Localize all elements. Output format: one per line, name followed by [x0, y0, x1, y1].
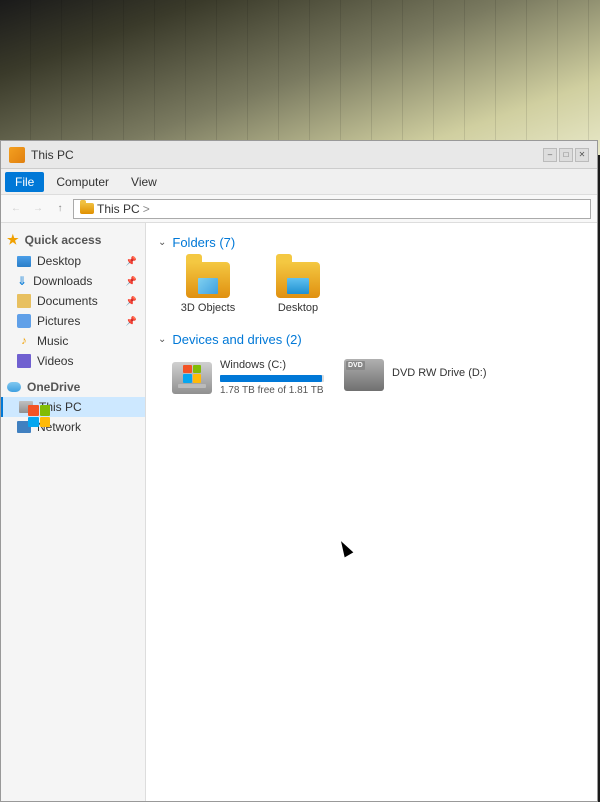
folder-label-desktop: Desktop [278, 302, 318, 314]
up-button[interactable]: ↑ [51, 200, 69, 218]
onedrive-label: OneDrive [27, 380, 80, 394]
sidebar-item-documents[interactable]: Documents 📌 [1, 291, 145, 311]
folder-item-3dobjects[interactable]: 3D Objects [168, 258, 248, 318]
sidebar-item-downloads[interactable]: ⇓ Downloads 📌 [1, 271, 145, 291]
music-label: Music [37, 334, 68, 348]
documents-label: Documents [37, 294, 98, 308]
folders-section-header: ⌄ Folders (7) [158, 235, 585, 250]
downloads-label: Downloads [33, 274, 92, 288]
drive-info-d: DVD RW Drive (D:) [392, 367, 496, 383]
quick-access-label: Quick access [25, 233, 102, 247]
drive-name-c: Windows (C:) [220, 359, 324, 371]
desktop-label: Desktop [37, 254, 81, 268]
pin-icon: 📌 [126, 256, 137, 267]
title-bar-icon [9, 147, 25, 163]
path-separator: > [143, 202, 150, 216]
drives-chevron[interactable]: ⌄ [158, 334, 166, 345]
menu-computer[interactable]: Computer [46, 172, 119, 192]
title-bar-text: This PC [31, 148, 537, 162]
main-area: ★ Quick access Desktop 📌 ⇓ Downloads 📌 D… [1, 223, 597, 801]
drives-title: Devices and drives (2) [172, 332, 301, 347]
hdd-icon [172, 362, 212, 394]
sidebar: ★ Quick access Desktop 📌 ⇓ Downloads 📌 D… [1, 223, 146, 801]
folder-grid: 3D Objects Desktop [158, 258, 585, 318]
sidebar-quick-access[interactable]: ★ Quick access [1, 229, 145, 251]
path-thispc: This PC [97, 202, 140, 216]
close-button[interactable]: ✕ [575, 148, 589, 162]
drives-section-header: ⌄ Devices and drives (2) [158, 332, 585, 347]
folder-icon-3dobjects [186, 262, 230, 298]
pin-icon-downloads: 📌 [126, 276, 137, 287]
background-photo [0, 0, 600, 155]
forward-button[interactable]: → [29, 200, 47, 218]
folder-label-3dobjects: 3D Objects [181, 302, 235, 314]
desktop-icon [17, 256, 31, 267]
folder-icon-desktop [276, 262, 320, 298]
documents-icon [17, 294, 31, 308]
sidebar-thispc[interactable]: This PC [1, 397, 145, 417]
progress-bar-bg-c [220, 375, 324, 382]
sidebar-item-pictures[interactable]: Pictures 📌 [1, 311, 145, 331]
minimize-button[interactable]: – [543, 148, 557, 162]
progress-bar-fill-c [220, 375, 322, 382]
videos-label: Videos [37, 354, 73, 368]
pictures-icon [17, 314, 31, 328]
drive-item-c[interactable]: Windows (C:) 1.78 TB free of 1.81 TB [168, 355, 328, 400]
thispc-icon [19, 401, 33, 413]
drive-top-c: Windows (C:) 1.78 TB free of 1.81 TB [172, 359, 324, 396]
drive-name-d: DVD RW Drive (D:) [392, 367, 496, 379]
pin-icon-docs: 📌 [126, 296, 137, 307]
pictures-label: Pictures [37, 314, 80, 328]
folder-item-desktop[interactable]: Desktop [258, 258, 338, 318]
menu-bar: File Computer View [1, 169, 597, 195]
address-bar: ← → ↑ This PC > [1, 195, 597, 223]
music-icon: ♪ [17, 334, 31, 348]
content-pane: ⌄ Folders (7) 3D Objects Desktop ⌄ Devic… [146, 223, 597, 801]
folders-title: Folders (7) [172, 235, 235, 250]
pin-icon-pics: 📌 [126, 316, 137, 327]
title-bar-controls: – □ ✕ [543, 148, 589, 162]
back-button[interactable]: ← [7, 200, 25, 218]
explorer-window: This PC – □ ✕ File Computer View ← → ↑ T… [0, 140, 598, 802]
maximize-button[interactable]: □ [559, 148, 573, 162]
drive-top-d: DVD DVD RW Drive (D:) [344, 359, 496, 391]
path-folder: This PC [80, 202, 140, 216]
drive-info-c: Windows (C:) 1.78 TB free of 1.81 TB [220, 359, 324, 396]
address-path[interactable]: This PC > [73, 199, 591, 219]
sidebar-network[interactable]: Network [1, 417, 145, 437]
drive-space-c: 1.78 TB free of 1.81 TB [220, 385, 324, 396]
videos-icon [17, 354, 31, 368]
sidebar-onedrive[interactable]: OneDrive [1, 377, 145, 397]
menu-file[interactable]: File [5, 172, 44, 192]
drive-item-d[interactable]: DVD DVD RW Drive (D:) [340, 355, 500, 400]
title-bar: This PC – □ ✕ [1, 141, 597, 169]
menu-view[interactable]: View [121, 172, 167, 192]
onedrive-icon [7, 382, 21, 392]
path-folder-icon [80, 203, 94, 214]
quick-access-icon: ★ [7, 232, 19, 248]
sidebar-item-desktop[interactable]: Desktop 📌 [1, 251, 145, 271]
dvd-icon: DVD [344, 359, 384, 391]
sidebar-item-videos[interactable]: Videos [1, 351, 145, 371]
folders-chevron[interactable]: ⌄ [158, 237, 166, 248]
sidebar-item-music[interactable]: ♪ Music [1, 331, 145, 351]
downloads-icon: ⇓ [17, 274, 27, 288]
drive-grid: Windows (C:) 1.78 TB free of 1.81 TB DVD [158, 355, 585, 400]
dvd-label-text: DVD [346, 361, 365, 370]
